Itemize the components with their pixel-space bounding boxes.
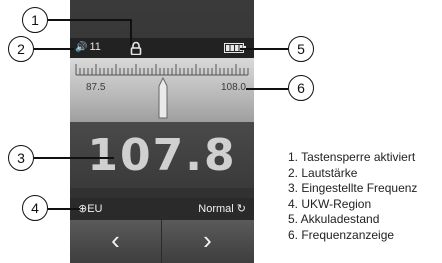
frequency-value: 107.8 <box>87 130 237 181</box>
mode-label: Normal <box>198 203 234 215</box>
mode-indicator: Normal ↻ <box>198 202 246 215</box>
callout-2: 2 <box>8 36 34 62</box>
region-bar: ⊕EU Normal ↻ <box>70 198 254 220</box>
callout-3: 3 <box>8 145 34 171</box>
repeat-icon: ↻ <box>236 203 246 215</box>
status-bar: 🔊 11 <box>70 38 254 58</box>
leader-line-4 <box>48 208 80 210</box>
leader-line-3 <box>34 157 114 159</box>
legend-item-1: 1. Tastensperre aktiviert <box>288 150 416 164</box>
callout-5: 5 <box>288 36 314 62</box>
legend-item-5: 5. Akkuladestand <box>288 212 380 226</box>
leader-line-5 <box>240 48 288 50</box>
leader-line-6 <box>246 88 288 90</box>
legend-item-3: 3. Eingestellte Frequenz <box>288 181 418 195</box>
legend-item-4: 4. UKW-Region <box>288 196 372 211</box>
region-label: EU <box>87 203 103 215</box>
previous-button[interactable]: ‹ <box>70 220 162 263</box>
callout-4: 4 <box>22 195 48 221</box>
callout-1: 1 <box>22 7 48 33</box>
region-indicator: ⊕EU <box>78 202 103 215</box>
frequency-panel: 107.8 <box>70 122 254 188</box>
callout-6: 6 <box>288 75 314 101</box>
next-button[interactable]: › <box>162 220 253 263</box>
legend-item-2: 2. Lautstärke <box>288 165 358 180</box>
leader-line-1b <box>130 19 132 45</box>
leader-line-1 <box>48 19 130 21</box>
frequency-scale: 87.5 108.0 <box>70 58 254 122</box>
speaker-icon: 🔊 <box>75 42 88 53</box>
volume-indicator: 🔊 11 <box>75 41 101 53</box>
nav-bar: ‹ › <box>70 220 254 263</box>
legend-item-6: 6. Frequenzanzeige <box>288 227 395 242</box>
leader-line-2 <box>34 48 74 50</box>
tuning-needle <box>158 76 168 119</box>
legend: 1. Tastensperre aktiviert 2. Lautstärke … <box>288 150 417 243</box>
volume-value: 11 <box>89 41 101 53</box>
